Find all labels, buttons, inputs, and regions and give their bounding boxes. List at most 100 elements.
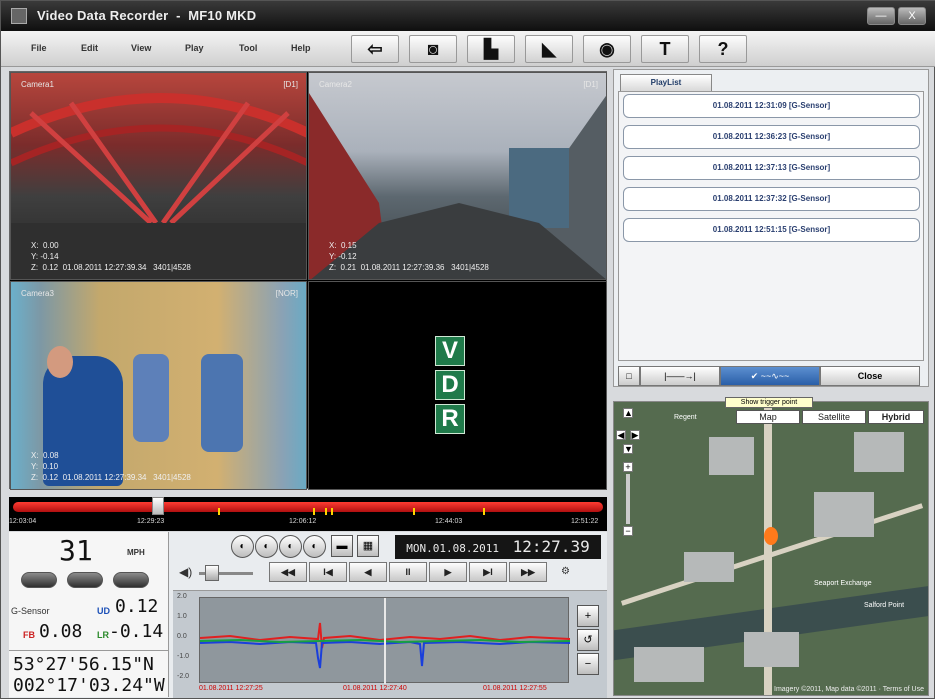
timeline-thumb[interactable] [152,497,164,515]
step-back-button[interactable]: ◀ [349,562,387,582]
timeline: 12:03:04 12:29:23 12:06:12 12:44:03 12:5… [9,497,607,531]
mode-pill[interactable] [21,572,57,588]
layout-1x4-button[interactable]: ▬ [331,535,353,557]
speed-value: 31 [59,534,93,567]
open-folder-button[interactable]: ⇦ [351,35,399,63]
disc-icon: ◉ [599,39,615,59]
timeline-tick: 12:44:03 [435,518,463,525]
zoom-in-map-button[interactable]: + [623,462,633,472]
map-type-satellite[interactable]: Satellite [802,410,866,424]
vehicle-marker[interactable] [764,527,778,545]
trigger-marker[interactable] [218,508,220,515]
trigger-marker[interactable] [325,508,327,515]
menu-tool[interactable]: Tool [239,43,257,53]
camera-info: X: 0.15 Y: -0.12 Z: 0.21 01.08.2011 12:2… [329,241,489,272]
map-copyright: Imagery ©2011, Map data ©2011 · Terms of… [774,686,924,693]
pan-right-button[interactable]: ▶ [630,430,640,440]
menu-bar: File Edit View Play Tool Help ⇦ ◙ ▙ ◣ ◉ … [1,31,935,67]
layout-2x2-button[interactable]: ▦ [357,535,379,557]
tab-playlist[interactable]: PlayList [620,74,712,91]
mode-pill[interactable] [113,572,149,588]
camera-4-view[interactable]: V D R [308,281,607,490]
zoom-out-map-button[interactable]: − [623,526,633,536]
pause-button[interactable]: II [389,562,427,582]
print-button[interactable]: ▙ [467,35,515,63]
map-panel[interactable]: Map Satellite Hybrid ▲ ◀ ▶ ▼ + − Regent … [613,401,929,696]
help-icon: ? [717,39,729,59]
mode-pill[interactable] [67,572,103,588]
vdr-logo-letter: V [435,336,465,366]
playlist-item[interactable]: 01.08.2011 12:51:15 [G-Sensor] [623,218,920,242]
camera-1-view[interactable]: Camera1 [D1] X: 0.00 Y: -0.14 Z: 0.12 01… [10,72,307,280]
disc-button[interactable]: ◉ [583,35,631,63]
view-mode-button[interactable]: ◐ [279,535,302,558]
play-button[interactable]: ▶ [429,562,467,582]
settings-icon[interactable]: ⚙ [561,566,570,577]
close-window-button[interactable]: X [898,7,926,25]
view-mode-button[interactable]: ◐ [255,535,278,558]
playlist-item[interactable]: 01.08.2011 12:31:09 [G-Sensor] [623,94,920,118]
print-icon: ▙ [484,39,498,59]
menu-edit[interactable]: Edit [81,43,98,53]
timeline-track[interactable] [13,502,603,515]
trigger-marker[interactable] [413,508,415,515]
playlist-item[interactable]: 01.08.2011 12:37:13 [G-Sensor] [623,156,920,180]
playlist-area: 01.08.2011 12:31:09 [G-Sensor] 01.08.201… [618,91,924,361]
volume-thumb[interactable] [205,565,219,581]
menu-file[interactable]: File [31,43,47,53]
trigger-marker[interactable] [483,508,485,515]
building [709,437,754,475]
y-tick: -1.0 [177,653,190,660]
playlist-item[interactable]: 01.08.2011 12:37:32 [G-Sensor] [623,187,920,211]
help-button[interactable]: ? [699,35,747,63]
window-title: Video Data Recorder - MF10 MKD [37,8,257,23]
next-button[interactable]: ▶I [469,562,507,582]
menu-view[interactable]: View [131,43,151,53]
speed-unit: MPH [127,548,145,557]
y-tick: 2.0 [177,593,187,600]
trigger-marker[interactable] [331,508,333,515]
menu-play[interactable]: Play [185,43,204,53]
jump-to-end-button[interactable]: |——→| [640,366,720,386]
pan-down-button[interactable]: ▼ [623,444,633,454]
pan-left-button[interactable]: ◀ [616,430,626,440]
map-type-map[interactable]: Map [736,410,800,424]
trigger-point-button[interactable]: ✔ ~~∿~~ [720,366,820,386]
view-mode-button[interactable]: ◐ [303,535,326,558]
fast-rewind-button[interactable]: ◀◀ [269,562,307,582]
divider [9,650,168,651]
trigger-marker[interactable] [313,508,315,515]
map-type-hybrid[interactable]: Hybrid [868,410,924,424]
camera-2-view[interactable]: Camera2 [D1] X: 0.15 Y: -0.12 Z: 0.21 01… [308,72,607,280]
camera-3-view[interactable]: Camera3 [NOR] X: 0.08 Y: 0.10 Z: 0.12 01… [10,281,307,490]
timeline-tick: 12:51:22 [571,518,599,525]
timeline-tick: 12:03:04 [9,518,37,525]
gps-latitude: 53°27'56.15"N [13,654,154,675]
minimize-button[interactable]: — [867,7,895,25]
graph-plot-area[interactable] [199,597,571,684]
playlist-item[interactable]: 01.08.2011 12:36:23 [G-Sensor] [623,125,920,149]
zoom-slider[interactable] [626,474,630,524]
building [684,552,734,582]
settings-tool-button[interactable]: T [641,35,689,63]
zoom-in-button[interactable]: + [577,605,599,627]
map-label: Salford Point [864,602,905,609]
snapshot-button[interactable]: ◙ [409,35,457,63]
close-button[interactable]: Close [820,366,920,386]
menu-help[interactable]: Help [291,43,311,53]
lr-label: LR [97,630,109,640]
map-label: Regent [674,414,697,421]
view-mode-button[interactable]: ◐ [231,535,254,558]
clip-button[interactable]: ◣ [525,35,573,63]
vdr-logo-letter: R [435,404,465,434]
camera-label: Camera3 [21,289,54,298]
previous-button[interactable]: I◀ [309,562,347,582]
fb-value: 0.08 [39,621,83,642]
pan-up-button[interactable]: ▲ [623,408,633,418]
gps-longitude: 002°17'03.24"W [13,675,165,696]
zoom-out-button[interactable]: − [577,653,599,675]
checkbox-button[interactable]: □ [618,366,640,386]
graph-date: 01.08.2011 12:27:55 [483,685,547,692]
fast-forward-button[interactable]: ▶▶ [509,562,547,582]
reset-graph-button[interactable]: ↺ [577,629,599,651]
